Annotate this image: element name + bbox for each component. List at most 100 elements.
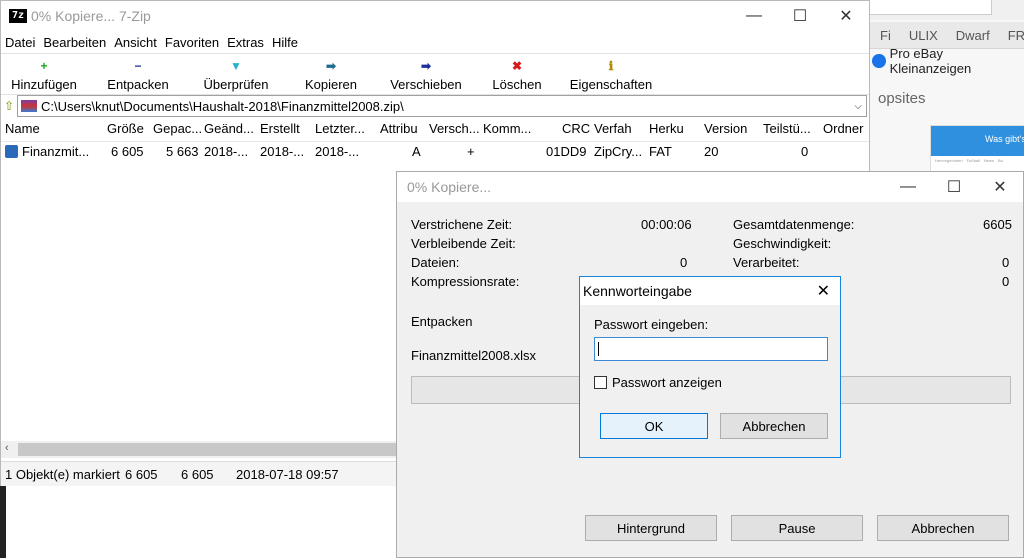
col-comment[interactable]: Komm... xyxy=(483,121,531,136)
col-accessed[interactable]: Letzter... xyxy=(315,121,365,136)
menu-extras[interactable]: Extras xyxy=(227,35,264,50)
close-icon[interactable]: ✕ xyxy=(817,281,830,301)
background-button[interactable]: Hintergrund xyxy=(585,515,717,541)
browser-address-box[interactable] xyxy=(868,0,992,15)
col-attributes[interactable]: Attribu xyxy=(380,121,418,136)
host-os-cell: FAT xyxy=(649,144,672,159)
sevenzip-app-icon: 7z xyxy=(9,9,27,23)
extract-button[interactable]: − Entpacken xyxy=(93,59,183,92)
password-input[interactable] xyxy=(594,337,828,361)
size-cell: 6 605 xyxy=(111,144,144,159)
status-size: 6 605 xyxy=(125,467,158,482)
info-icon: ℹ xyxy=(608,59,614,73)
properties-button[interactable]: ℹ Eigenschaften xyxy=(559,59,663,92)
copy-button[interactable]: ➡ Kopieren xyxy=(289,59,373,92)
chevron-down-icon[interactable]: ⌵ xyxy=(850,101,866,112)
cancel-button[interactable]: Abbrechen xyxy=(877,515,1009,541)
menu-hilfe[interactable]: Hilfe xyxy=(272,35,298,50)
extract-icon: − xyxy=(134,59,142,73)
test-button[interactable]: ▼ Überprüfen xyxy=(189,59,283,92)
menu-bearbeiten[interactable]: Bearbeiten xyxy=(43,35,106,50)
col-folder[interactable]: Ordner xyxy=(823,121,863,136)
file-name-cell: Finanzmit... xyxy=(5,144,89,159)
operation-label: Entpacken xyxy=(411,314,473,329)
card-nav-item: Bu xyxy=(997,158,1003,163)
ok-button[interactable]: OK xyxy=(600,413,708,439)
add-icon: + xyxy=(40,59,48,73)
browser-tab[interactable]: FRI xyxy=(1008,28,1024,43)
password-dialog: Kennworteingabe ✕ Passwort eingeben: Pas… xyxy=(579,276,841,458)
col-volume[interactable]: Teilstü... xyxy=(763,121,811,136)
card-nav: Hervorgehoben Fußball News Bu xyxy=(931,156,1024,165)
scroll-left-icon[interactable]: ‹ xyxy=(5,442,9,454)
move-button[interactable]: ➡ Verschieben xyxy=(379,59,473,92)
menu-datei[interactable]: Datei xyxy=(5,35,35,50)
menu-ansicht[interactable]: Ansicht xyxy=(114,35,157,50)
horizontal-scrollbar[interactable]: ‹ xyxy=(1,441,401,458)
file-name: Finanzmit... xyxy=(22,144,90,159)
close-icon[interactable]: ✕ xyxy=(823,1,869,31)
elapsed-label: Verstrichene Zeit: xyxy=(411,217,513,232)
maximize-icon[interactable]: ☐ xyxy=(931,172,977,202)
bookmark-icon xyxy=(872,54,886,68)
menu-favoriten[interactable]: Favoriten xyxy=(165,35,219,50)
accessed-cell: 2018-... xyxy=(315,144,360,159)
minimize-icon[interactable]: — xyxy=(731,1,777,31)
files-label: Dateien: xyxy=(411,255,460,270)
delete-button[interactable]: ✖ Löschen xyxy=(481,59,553,92)
bookmark-label: Pro eBay Kleinanzeigen xyxy=(889,46,972,76)
test-button-label: Überprüfen xyxy=(203,77,269,92)
maximize-icon[interactable]: ☐ xyxy=(777,1,823,31)
test-icon: ▼ xyxy=(230,59,242,73)
col-method[interactable]: Verfah xyxy=(594,121,632,136)
ratio-label: Kompressionsrate: xyxy=(411,274,520,289)
attributes-cell: A xyxy=(412,144,421,159)
close-icon[interactable]: ✕ xyxy=(977,172,1023,202)
zip-archive-icon xyxy=(21,100,37,112)
show-password-checkbox[interactable] xyxy=(594,376,607,389)
processed-label: Verarbeitet: xyxy=(733,255,800,270)
col-encrypted[interactable]: Versch... xyxy=(429,121,480,136)
password-titlebar[interactable]: Kennworteingabe ✕ xyxy=(580,277,840,305)
col-version[interactable]: Version xyxy=(704,121,747,136)
main-titlebar[interactable]: 7z 0% Kopiere... 7-Zip — ☐ ✕ xyxy=(1,1,869,31)
method-cell: ZipCry... xyxy=(594,144,643,159)
progress-titlebar[interactable]: 0% Kopiere... — ☐ ✕ xyxy=(397,172,1023,202)
address-path: C:\Users\knut\Documents\Haushalt-2018\Fi… xyxy=(41,98,404,114)
col-created[interactable]: Erstellt xyxy=(260,121,300,136)
total-label: Gesamtdatenmenge: xyxy=(733,217,855,232)
col-host-os[interactable]: Herku xyxy=(649,121,684,136)
col-crc[interactable]: CRC xyxy=(562,121,590,136)
status-packed: 6 605 xyxy=(181,467,214,482)
copy-button-label: Kopieren xyxy=(304,77,358,92)
browser-tab[interactable]: Fi xyxy=(880,28,891,43)
add-button[interactable]: + Hinzufügen xyxy=(1,59,87,92)
password-cancel-button[interactable]: Abbrechen xyxy=(720,413,828,439)
extract-button-label: Entpacken xyxy=(107,77,169,92)
browser-bookmark-link[interactable]: Pro eBay Kleinanzeigen xyxy=(868,46,1024,76)
show-password-label[interactable]: Passwort anzeigen xyxy=(612,375,722,390)
browser-tab[interactable]: ULIX xyxy=(909,28,938,43)
col-packed[interactable]: Gepac... xyxy=(153,121,202,136)
folder-up-icon[interactable]: ⇧ xyxy=(1,99,17,113)
col-name[interactable]: Name xyxy=(5,121,40,136)
card-nav-item: News xyxy=(983,158,994,163)
minimize-icon[interactable]: — xyxy=(885,172,931,202)
card-nav-item: Hervorgehoben xyxy=(935,158,963,163)
address-input[interactable]: C:\Users\knut\Documents\Haushalt-2018\Fi… xyxy=(17,95,867,117)
packed-cell: 5 663 xyxy=(166,144,199,159)
browser-bookmark-tabs: Fi ULIX Dwarf FRI xyxy=(868,22,1024,49)
scrollbar-thumb[interactable] xyxy=(18,443,398,456)
background-strip xyxy=(0,486,6,558)
table-row[interactable]: Finanzmit... 6 605 5 663 2018-... 2018-.… xyxy=(1,142,869,162)
status-selected: 1 Objekt(e) markiert xyxy=(5,467,120,482)
files-value: 0 xyxy=(680,255,688,270)
col-size[interactable]: Größe xyxy=(107,121,144,136)
browser-tab[interactable]: Dwarf xyxy=(956,28,990,43)
col-modified[interactable]: Geänd... xyxy=(204,121,254,136)
excel-file-icon xyxy=(5,145,18,158)
card-header: Was gibt's xyxy=(931,126,1024,156)
created-cell: 2018-... xyxy=(260,144,305,159)
pause-button[interactable]: Pause xyxy=(731,515,863,541)
password-dialog-title: Kennworteingabe xyxy=(583,283,692,299)
